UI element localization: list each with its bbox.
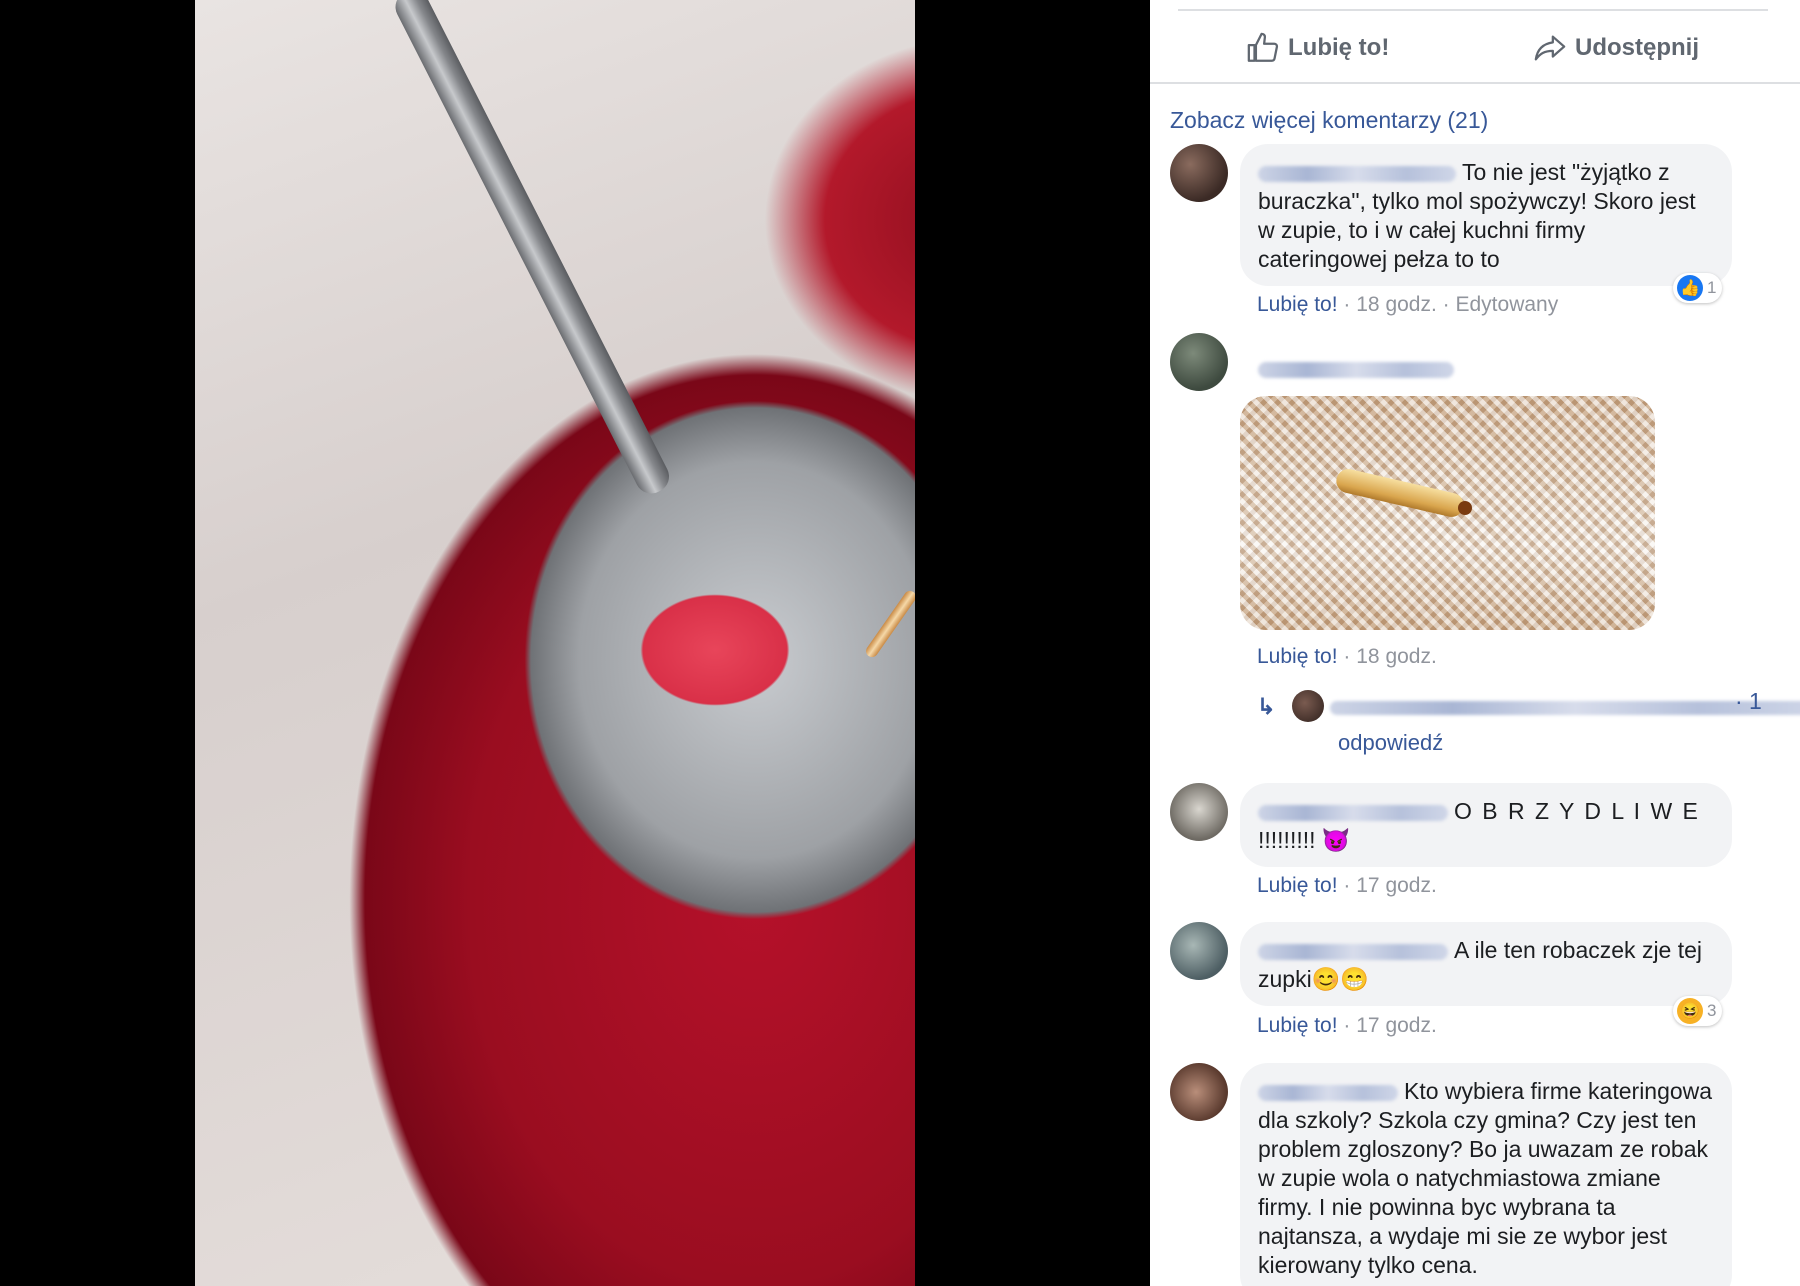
like-label: Lubię to! (1288, 34, 1390, 61)
commenter-name-blurred[interactable] (1258, 943, 1448, 960)
avatar[interactable] (1170, 1063, 1228, 1121)
like-reaction-icon: 👍 (1677, 275, 1703, 301)
post-actions: Lubię to! Udostępnij (1150, 22, 1800, 82)
haha-reaction-icon: 😆 (1677, 998, 1703, 1024)
replies-row[interactable]: ↳ · 1 (1150, 688, 1800, 728)
comment-image[interactable] (1240, 396, 1655, 630)
reply-avatar (1292, 690, 1324, 722)
thumbs-up-icon (1247, 32, 1279, 62)
comment-bubble: A ile ten robaczek zje tej zupki😊😁 (1240, 922, 1732, 1006)
divider (1178, 9, 1768, 11)
reaction-badge[interactable]: 👍 1 (1673, 273, 1723, 303)
reply-count[interactable]: · 1 (1735, 688, 1762, 715)
comment-text-line2: !!!!!!!!! 😈 (1258, 827, 1351, 853)
comment-bubble: Kto wybiera firme kateringowa dla szkoly… (1240, 1063, 1732, 1286)
share-arrow-icon (1534, 35, 1566, 61)
comment-like-link[interactable]: Lubię to! (1257, 1014, 1338, 1037)
spoon-handle (390, 0, 675, 499)
reply-arrow-icon: ↳ (1257, 694, 1276, 719)
comment-time[interactable]: · 18 godz. (1343, 645, 1436, 668)
comments-sidebar: Lubię to! Udostępnij Zobacz więcej komen… (1150, 0, 1800, 1286)
moth-larva-head (1458, 501, 1472, 515)
share-button[interactable]: Udostępnij (1533, 28, 1699, 68)
comment-bubble: O B R Z Y D L I W E !!!!!!!!! 😈 (1240, 783, 1732, 867)
commenter-name-blurred[interactable] (1258, 1084, 1398, 1101)
commenter-name-blurred[interactable] (1258, 165, 1456, 182)
reaction-badge[interactable]: 😆 3 (1673, 996, 1723, 1026)
moth-larva (1333, 466, 1467, 520)
commenter-name-blurred[interactable] (1258, 804, 1448, 821)
comment-bubble: To nie jest "żyjątko z buraczka", tylko … (1240, 144, 1732, 286)
reply-count-label[interactable]: odpowiedź (1338, 730, 1443, 756)
reaction-count: 3 (1707, 1001, 1717, 1020)
comment-meta: Lubię to! · 18 godz. · Edytowany (1257, 293, 1558, 317)
comment-meta: Lubię to! · 17 godz. (1257, 1014, 1437, 1038)
avatar[interactable] (1170, 783, 1228, 841)
like-button[interactable]: Lubię to! (1246, 28, 1389, 68)
comment-like-link[interactable]: Lubię to! (1257, 293, 1338, 316)
reaction-count: 1 (1707, 278, 1717, 297)
replier-name-blurred (1330, 701, 1800, 715)
avatar[interactable] (1170, 144, 1228, 202)
share-label: Udostępnij (1575, 34, 1699, 61)
comment-like-link[interactable]: Lubię to! (1257, 645, 1338, 668)
comment-text: Kto wybiera firme kateringowa dla szkoly… (1258, 1078, 1713, 1278)
divider (1150, 82, 1800, 84)
larva-in-soup (863, 588, 915, 660)
comment-text: O B R Z Y D L I W E (1454, 798, 1700, 824)
more-comments-link[interactable]: Zobacz więcej komentarzy (21) (1170, 107, 1488, 134)
edited-label: · Edytowany (1442, 293, 1559, 316)
comment-meta: Lubię to! · 17 godz. (1257, 874, 1437, 898)
commenter-name-blurred[interactable] (1258, 362, 1454, 378)
comment-like-link[interactable]: Lubię to! (1257, 874, 1338, 897)
avatar[interactable] (1170, 333, 1228, 391)
comment-time[interactable]: · 17 godz. (1343, 874, 1436, 897)
avatar[interactable] (1170, 922, 1228, 980)
comment-meta: Lubię to! · 18 godz. (1257, 645, 1437, 669)
comment-time[interactable]: · 18 godz. (1343, 293, 1436, 316)
comment-time[interactable]: · 17 godz. (1343, 1014, 1436, 1037)
post-photo[interactable] (195, 0, 915, 1286)
photo-viewer (0, 0, 1150, 1286)
